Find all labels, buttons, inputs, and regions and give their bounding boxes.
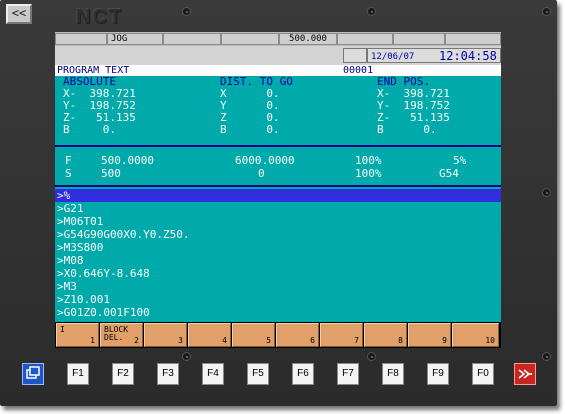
softkey-7[interactable]: 7	[320, 323, 363, 347]
position-panel: ABSOLUTE X- 398.721 Y- 198.752 Z- 51.135…	[55, 76, 501, 144]
softkey-6[interactable]: 6	[276, 323, 319, 347]
status-cell	[337, 33, 393, 45]
cnc-screen: JOG 500.000 12/06/07 12:04:58 PROGRAM TE…	[55, 32, 501, 348]
f2-key[interactable]: F2	[112, 363, 134, 385]
function-key-bar: F1 F2 F3 F4 F5 F6 F7 F8 F9 F0	[12, 355, 544, 399]
status-cell	[393, 33, 445, 45]
dist-to-go-column: DIST. TO GO X 0. Y 0. Z 0. B 0.	[220, 76, 293, 136]
softkey-number: 4	[222, 336, 227, 345]
status-cell	[221, 33, 279, 45]
absolute-column: ABSOLUTE X- 398.721 Y- 198.752 Z- 51.135…	[63, 76, 136, 136]
date-display: 12/06/07	[371, 52, 415, 62]
code-line[interactable]: >M06T01	[55, 215, 501, 228]
softkey-2[interactable]: BLOCK DEL. 2	[100, 323, 143, 347]
info-box	[343, 48, 367, 63]
feed-spindle-panel: F 500.0000 6000.0000 100% 5% S 500 0 100…	[55, 150, 501, 184]
collapse-button[interactable]: <<	[6, 4, 32, 24]
axis-value: B 0.	[377, 123, 437, 136]
end-pos-column: END POS. X- 398.721 Y- 198.752 Z- 51.135…	[377, 76, 450, 136]
windows-icon[interactable]	[22, 363, 44, 385]
softkey-number: 10	[485, 336, 495, 345]
softkey-number: 2	[134, 336, 139, 345]
softkey-10[interactable]: 10	[452, 323, 499, 347]
feed-extra: 5%	[453, 154, 467, 167]
f8-key[interactable]: F8	[382, 363, 404, 385]
f5-key[interactable]: F5	[247, 363, 269, 385]
control-panel-bezel: << NCT JOG 500.000 12/06/07 12:04:58 PRO…	[0, 0, 557, 406]
divider	[55, 185, 501, 187]
status-cell	[55, 33, 107, 45]
softkey-5[interactable]: 5	[232, 323, 275, 347]
code-line-selected[interactable]: >%	[55, 189, 501, 202]
status-cell	[163, 33, 221, 45]
softkey-label: I	[60, 325, 65, 334]
softkey-label: BLOCK DEL.	[104, 325, 129, 342]
softkey-number: 3	[178, 336, 183, 345]
f7-key[interactable]: F7	[337, 363, 359, 385]
code-line[interactable]: >G01Z0.001F100	[55, 306, 501, 319]
windows-icon-glyph	[26, 366, 40, 379]
f3-key[interactable]: F3	[157, 363, 179, 385]
time-display: 12:04:58	[439, 49, 497, 63]
softkey-8[interactable]: 8	[364, 323, 407, 347]
softkey-number: 6	[310, 336, 315, 345]
info-bar: 12/06/07 12:04:58	[55, 46, 501, 65]
brand-logo: NCT	[76, 6, 124, 28]
softkey-3[interactable]: 3	[144, 323, 187, 347]
softkey-9[interactable]: 9	[408, 323, 451, 347]
code-line[interactable]: >G21	[55, 202, 501, 215]
f4-key[interactable]: F4	[202, 363, 224, 385]
f1-key[interactable]: F1	[67, 363, 89, 385]
f6-key[interactable]: F6	[292, 363, 314, 385]
spindle-value: 500	[101, 167, 121, 180]
work-offset: G54	[439, 167, 459, 180]
code-line[interactable]: >M3	[55, 280, 501, 293]
softkey-number: 5	[266, 336, 271, 345]
screw-icon	[542, 188, 551, 197]
code-line[interactable]: >X0.646Y-8.648	[55, 267, 501, 280]
screw-icon	[367, 7, 376, 16]
code-line[interactable]: >Z10.001	[55, 293, 501, 306]
code-line[interactable]: >G54G90G00X0.Y0.Z50.	[55, 228, 501, 241]
status-bar: JOG 500.000	[55, 32, 501, 46]
spindle-label: S	[65, 167, 72, 180]
softkey-number: 8	[398, 336, 403, 345]
program-listing[interactable]: >% >G21 >M06T01 >G54G90G00X0.Y0.Z50. >M3…	[55, 189, 501, 319]
softkey-bar: I1 BLOCK DEL. 2 3 4 5 6 7 8 9 10	[55, 322, 501, 348]
divider	[55, 145, 501, 147]
feed-label: F	[65, 154, 72, 167]
softkey-4[interactable]: 4	[188, 323, 231, 347]
f0-key[interactable]: F0	[472, 363, 494, 385]
softkey-number: 1	[90, 336, 95, 345]
program-number: 00001	[343, 65, 374, 76]
mode-indicator: JOG	[107, 33, 163, 45]
axis-value: B 0.	[220, 123, 280, 136]
screw-icon	[542, 7, 551, 16]
f9-key[interactable]: F9	[427, 363, 449, 385]
code-line[interactable]: >M08	[55, 254, 501, 267]
screw-icon	[182, 7, 191, 16]
softkey-number: 7	[354, 336, 359, 345]
status-cell	[445, 33, 501, 45]
spindle-override: 100%	[355, 167, 382, 180]
softkey-number: 9	[442, 336, 447, 345]
exit-arrow-icon[interactable]	[514, 363, 536, 385]
feed-display: 500.000	[279, 33, 337, 45]
feed-max: 6000.0000	[235, 154, 295, 167]
feed-value: 500.0000	[101, 154, 154, 167]
spindle-actual: 0	[258, 167, 265, 180]
softkey-1[interactable]: I1	[56, 323, 99, 347]
code-line[interactable]: >M3S800	[55, 241, 501, 254]
feed-override: 100%	[355, 154, 382, 167]
axis-value: B 0.	[63, 123, 116, 136]
exit-arrow-icon-glyph	[518, 369, 532, 379]
